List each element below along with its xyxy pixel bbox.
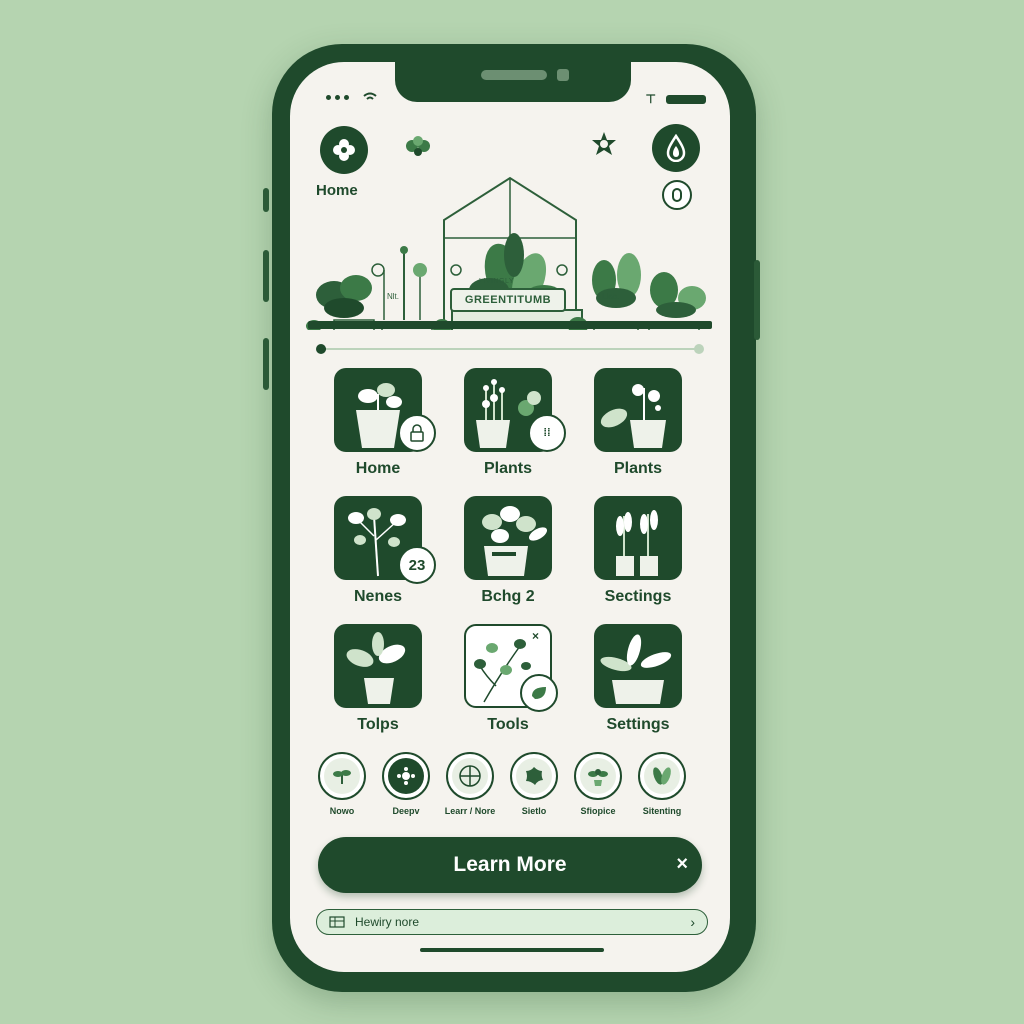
tile-label: Sectings — [604, 588, 672, 605]
grid-circle-icon — [459, 765, 481, 787]
chip-label: Nowo — [329, 806, 355, 816]
chip-learn-more[interactable]: Learr / Nore — [440, 752, 500, 816]
chip-label: Sitenting — [642, 806, 682, 816]
brand-label: GREENTITUMB — [450, 288, 566, 312]
tile-nenes[interactable]: 23 Nenes — [320, 496, 450, 614]
pot-label-left: Nlt. — [387, 292, 399, 301]
wifi-icon — [363, 92, 377, 100]
sprout-icon — [333, 770, 351, 784]
chip-label: Sietlo — [521, 806, 547, 816]
signal-dot — [326, 94, 331, 100]
tile-tools[interactable]: × Tools — [450, 624, 580, 742]
more-bar-text: Hewiry nore — [355, 915, 420, 929]
chip-label: Deepv — [392, 806, 420, 816]
wide-leaf-pot-icon — [594, 624, 682, 708]
tile-label: Tolps — [357, 716, 399, 733]
tile-plants-2[interactable]: Plants — [580, 368, 710, 486]
lock-icon — [410, 424, 424, 442]
pot-label-right: Llab. — [602, 292, 620, 301]
battery-icon — [666, 94, 706, 104]
slider-end — [694, 344, 704, 354]
signal-icon: ⊤ — [645, 92, 656, 106]
tile-tolps[interactable]: Tolps — [320, 624, 450, 742]
signal-dot — [335, 94, 340, 100]
chip-label: Learr / Nore — [444, 806, 496, 816]
slider-track — [318, 348, 702, 350]
tile-label: Tools — [487, 716, 529, 733]
status-right: ⊤ — [646, 92, 706, 106]
chip-label: Sfiopice — [580, 806, 616, 816]
shelf — [308, 321, 712, 329]
slider-knob[interactable] — [316, 344, 326, 354]
tile-label: Bchg 2 — [481, 588, 535, 605]
app-screen: ⊤ Home LIVINGLY GREENTITUMB Nlt. Llab. H… — [290, 62, 730, 972]
tile-settings[interactable]: Settings — [580, 624, 710, 742]
tile-label: Settings — [606, 716, 670, 733]
chevron-right-icon[interactable]: › — [690, 914, 695, 930]
grid-list-icon — [329, 916, 345, 928]
lock-badge[interactable] — [398, 414, 436, 452]
svg-text:×: × — [532, 629, 539, 643]
volume-up-button — [263, 250, 269, 302]
camera — [557, 69, 569, 81]
volume-down-button — [263, 338, 269, 390]
progress-slider[interactable] — [316, 344, 704, 354]
signal-dot — [344, 94, 349, 100]
leaf-badge[interactable] — [520, 674, 558, 712]
chip-nowo[interactable]: Nowo — [312, 752, 372, 816]
leaf-pot-icon — [334, 624, 422, 708]
power-button — [754, 260, 760, 340]
tile-label: Plants — [483, 460, 532, 477]
leaf-badge-icon — [532, 687, 546, 699]
tile-bchg[interactable]: Bchg 2 — [450, 496, 580, 614]
learn-more-button[interactable]: Learn More × — [318, 837, 702, 893]
status-left — [326, 92, 377, 102]
plant-face-icon — [588, 769, 608, 786]
tile-label: Nenes — [353, 588, 403, 605]
tile-sectings[interactable]: Sectings — [580, 496, 710, 614]
chip-sfiopice[interactable]: Sfiopice — [568, 752, 628, 816]
bushy-plant-icon — [464, 496, 552, 580]
lavender-pots-icon — [594, 496, 682, 580]
blob-leaf-icon — [526, 767, 543, 785]
chip-sietlo[interactable]: Sietlo — [504, 752, 564, 816]
plant-pot-icon — [594, 368, 682, 452]
brand-tagline: LIVINGLY — [479, 278, 514, 285]
chip-sitenting[interactable]: Sitenting — [632, 752, 692, 816]
twin-leaves-icon — [653, 767, 671, 785]
flower-gear-icon — [397, 767, 415, 785]
learn-more-label: Learn More — [453, 853, 567, 876]
home-indicator[interactable] — [420, 948, 604, 952]
tile-label: Plants — [613, 460, 662, 477]
mute-switch — [263, 188, 269, 212]
count-badge: 23 — [398, 546, 436, 584]
more-bar[interactable]: Hewiry nore › — [316, 909, 708, 935]
dots-icon: ⁞⁞ — [543, 427, 551, 439]
tile-home[interactable]: Home — [320, 368, 450, 486]
notch — [395, 62, 631, 102]
tile-label: Home — [355, 460, 401, 477]
chip-deepv[interactable]: Deepv — [376, 752, 436, 816]
dots-badge[interactable]: ⁞⁞ — [528, 414, 566, 452]
tile-plants[interactable]: ⁞⁞ Plants — [450, 368, 580, 486]
close-icon[interactable]: × — [676, 853, 688, 876]
speaker — [481, 70, 547, 80]
